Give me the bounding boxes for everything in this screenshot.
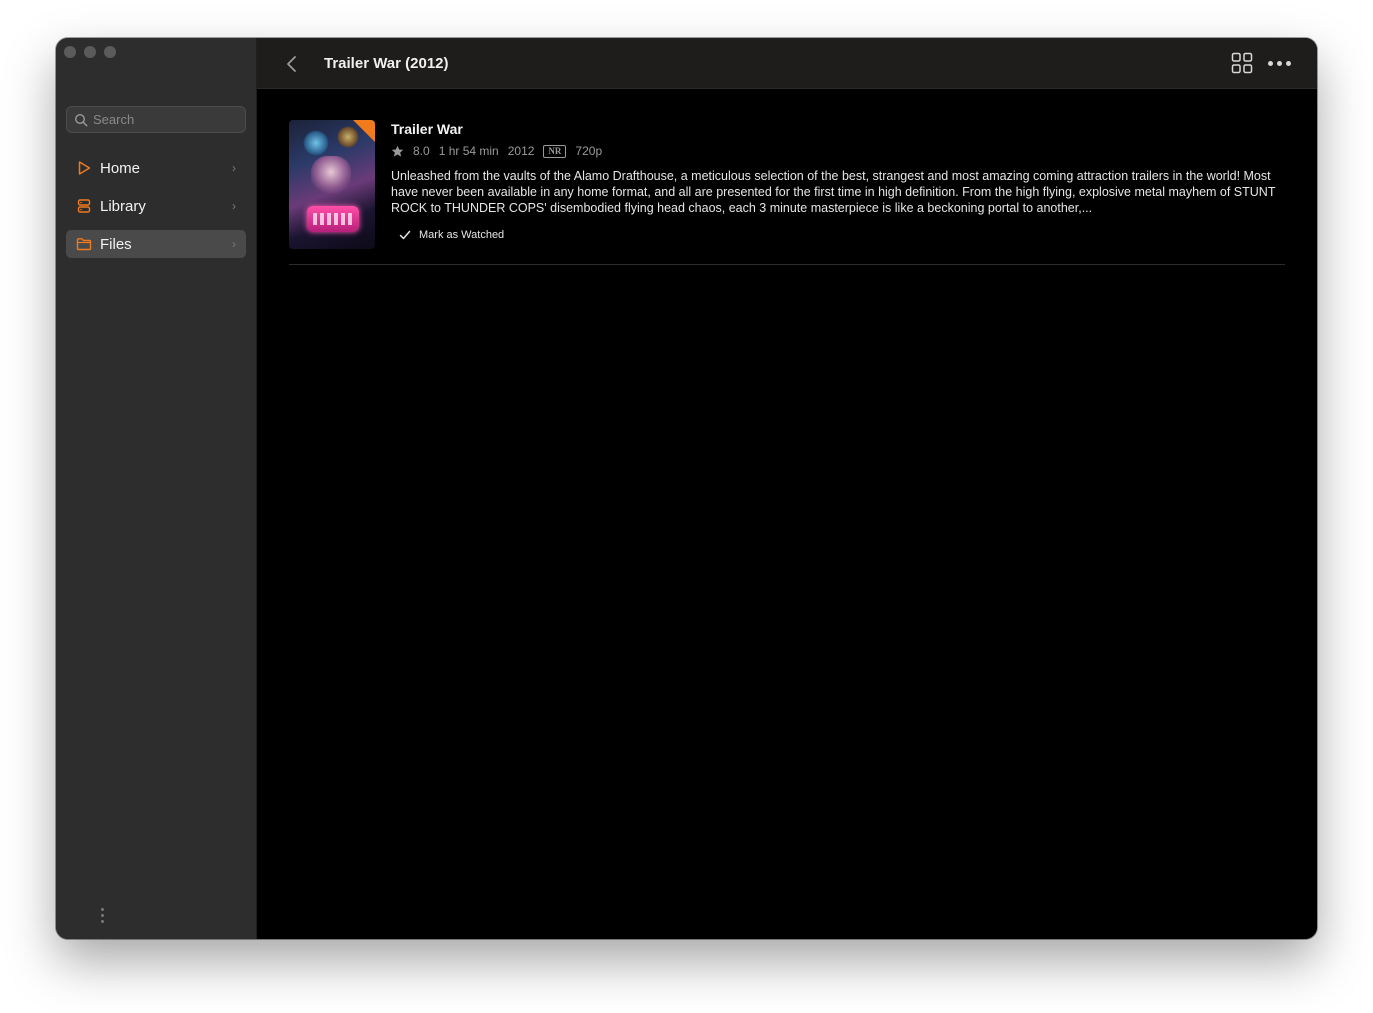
chevron-left-icon[interactable] — [285, 55, 299, 73]
close-window-button[interactable] — [64, 46, 76, 58]
toolbar: Trailer War (2012) — [257, 38, 1317, 89]
sidebar-item-files[interactable]: Files › — [66, 230, 246, 258]
minimize-window-button[interactable] — [84, 46, 96, 58]
search-icon — [74, 113, 88, 127]
sidebar-nav: Home › Library › Files › — [66, 154, 246, 268]
mark-as-watched-label: Mark as Watched — [419, 229, 505, 241]
app-window: Home › Library › — [56, 38, 1317, 939]
star-icon — [391, 145, 404, 157]
list-item[interactable]: Trailer War 8.0 1 hr 54 min 2012 NR 720p… — [289, 120, 1285, 265]
sidebar-item-label: Home — [100, 159, 141, 177]
chevron-right-icon: › — [232, 237, 236, 251]
main-content: Trailer War (2012) Trailer War 8.0 1 hr … — [257, 38, 1317, 939]
sidebar-item-library[interactable]: Library › — [66, 192, 246, 220]
resolution: 720p — [575, 144, 603, 158]
search-input[interactable] — [93, 112, 233, 127]
sidebar-item-home[interactable]: Home › — [66, 154, 246, 182]
sidebar: Home › Library › — [56, 38, 257, 939]
ellipsis-icon[interactable] — [1268, 61, 1291, 66]
media-description: Unleashed from the vaults of the Alamo D… — [391, 169, 1276, 215]
library-icon — [76, 198, 92, 214]
window-controls — [64, 46, 116, 58]
media-title[interactable]: Trailer War — [391, 121, 1285, 137]
folder-icon — [76, 236, 92, 252]
chevron-right-icon: › — [232, 199, 236, 213]
media-meta: 8.0 1 hr 54 min 2012 NR 720p — [391, 144, 1285, 158]
poster-image[interactable] — [289, 120, 375, 249]
grid-icon[interactable] — [1231, 52, 1253, 74]
sidebar-item-label: Library — [100, 197, 146, 215]
rating: 8.0 — [413, 144, 430, 158]
sidebar-item-label: Files — [100, 235, 132, 253]
duration: 1 hr 54 min — [438, 144, 499, 158]
media-info: Trailer War 8.0 1 hr 54 min 2012 NR 720p… — [391, 120, 1285, 241]
mark-as-watched-button[interactable]: Mark as Watched — [399, 229, 1285, 241]
checkmark-icon — [399, 230, 411, 240]
content-rating-badge: NR — [543, 144, 567, 158]
zoom-window-button[interactable] — [104, 46, 116, 58]
play-icon — [76, 160, 92, 176]
search-box[interactable] — [66, 106, 246, 133]
year: 2012 — [507, 144, 535, 158]
chevron-right-icon: › — [232, 161, 236, 175]
vertical-ellipsis-icon[interactable] — [99, 908, 105, 923]
page-title: Trailer War (2012) — [324, 55, 449, 72]
